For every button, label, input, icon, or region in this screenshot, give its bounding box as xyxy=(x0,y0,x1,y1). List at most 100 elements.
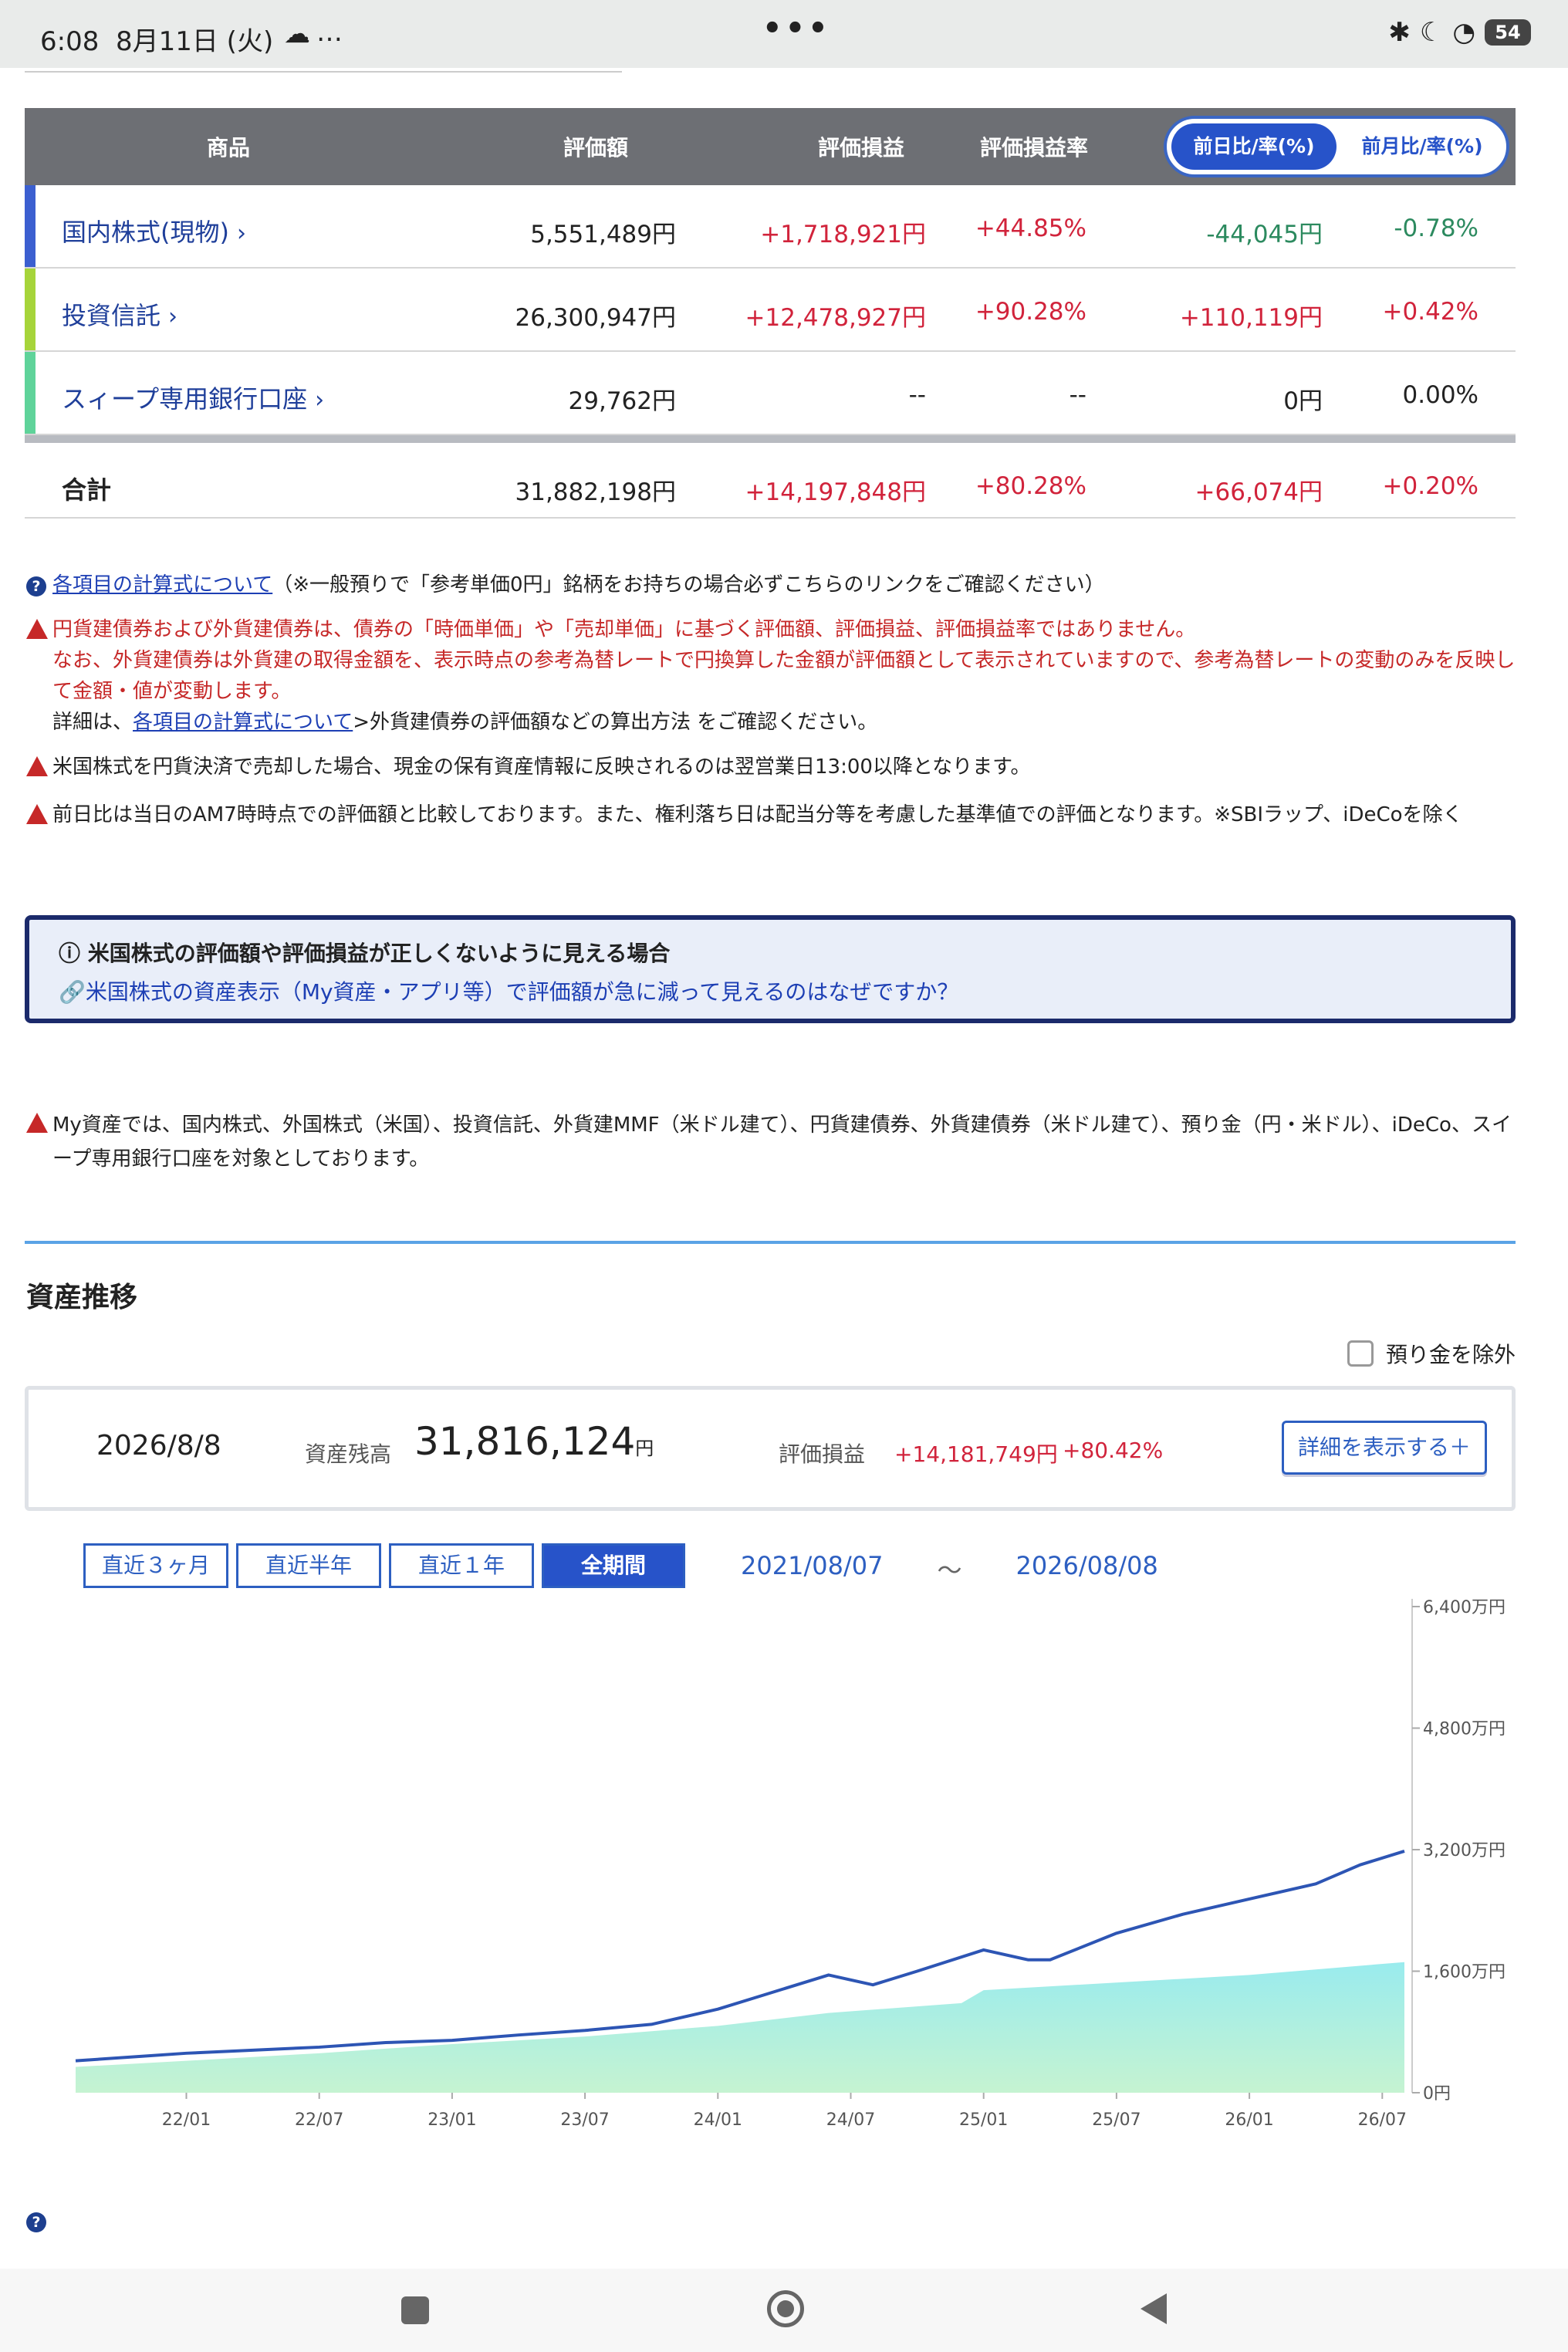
x-tick-label: 25/07 xyxy=(1092,2110,1141,2130)
calc-link[interactable]: 各項目の計算式について xyxy=(52,573,272,596)
moon-icon: ☾ xyxy=(1419,17,1444,48)
gain-label: 評価損益 xyxy=(779,1441,866,1467)
header-gain: 評価損益 xyxy=(818,135,905,161)
deposit-area-series xyxy=(76,1962,1404,2093)
summary-date: 2026/8/8 xyxy=(96,1430,221,1462)
x-tick-label: 25/01 xyxy=(959,2110,1008,2130)
gain-value: +14,181,749円 xyxy=(894,1441,1058,1467)
category-color-bar xyxy=(25,352,35,434)
product-link-domestic-stock[interactable]: 国内株式(現物) › xyxy=(62,213,246,248)
faq-link[interactable]: 🔗米国株式の資産表示（My資産・アプリ等）で評価額が急に減って見えるのはなぜです… xyxy=(59,975,1482,1006)
date-range: 2021/08/07 〜 2026/08/08 xyxy=(741,1551,1158,1587)
toggle-prev-month[interactable]: 前月比/率(%) xyxy=(1341,123,1503,170)
cell-day-rate: +0.20% xyxy=(1382,472,1478,500)
x-tick-label: 23/01 xyxy=(427,2110,476,2130)
y-tick-label: 3,200万円 xyxy=(1423,1841,1505,1860)
balance-label: 資産残高 xyxy=(305,1441,392,1467)
note-text: 前日比は当日のAM7時時点での評価額と比較しております。また、権利落ち日は配当分… xyxy=(52,803,1463,826)
cell-value: 26,300,947円 xyxy=(515,304,677,332)
system-icons: ✱ ☾ ◔ 54 xyxy=(1388,17,1531,48)
cell-gain: +12,478,927円 xyxy=(745,304,926,332)
table-row: 投資信託 › 26,300,947円 +12,478,927円 +90.28% +… xyxy=(25,269,1516,352)
header-product: 商品 xyxy=(207,135,251,161)
section-divider xyxy=(25,1241,1516,1244)
gain-rate: +80.42% xyxy=(1063,1438,1164,1463)
total-label: 合計 xyxy=(62,475,112,505)
header-value: 評価額 xyxy=(563,135,629,161)
cell-day-rate: 0.00% xyxy=(1402,381,1478,409)
info-title: 米国株式の評価額や評価損益が正しくないように見える場合 xyxy=(87,941,671,966)
note-prev-day: 前日比は当日のAM7時時点での評価額と比較しております。また、権利落ち日は配当分… xyxy=(26,799,1516,833)
checkbox[interactable] xyxy=(1347,1340,1374,1367)
y-tick-label: 6,400万円 xyxy=(1423,1598,1505,1617)
warning-icon xyxy=(26,804,48,824)
date-separator: 〜 xyxy=(937,1556,962,1585)
note-calc: ? 各項目の計算式について（※一般預りで「参考単価0円」銘柄をお持ちの場合必ずこ… xyxy=(26,569,1516,600)
section-title: 資産推移 xyxy=(26,1282,138,1313)
asset-history-chart: 0円 1,600万円 3,200万円 4,800万円 6,400万円 22/01 22/07… xyxy=(75,1598,1505,2130)
header-rate: 評価損益率 xyxy=(980,135,1089,161)
back-button[interactable] xyxy=(1141,2293,1167,2324)
notes-section: ? 各項目の計算式について（※一般預りで「参考単価0円」銘柄をお持ちの場合必ずこ… xyxy=(26,569,1516,847)
cell-rate: +44.85% xyxy=(975,215,1086,242)
note-text: >外貨建債券の評価額などの算出方法 をご確認ください。 xyxy=(353,711,878,734)
more-notifications-icon: … xyxy=(316,17,344,48)
exclude-deposit-checkbox[interactable]: 預り金を除外 xyxy=(1347,1338,1516,1369)
checkbox-label: 預り金を除外 xyxy=(1386,1342,1516,1367)
y-tick-label: 4,800万円 xyxy=(1423,1720,1505,1739)
table-header: 商品 評価額 評価損益 評価損益率 前日比/率(%) 前月比/率(%) xyxy=(25,108,1516,185)
table-row: スィープ専用銀行口座 › 29,762円 -- -- 0円 0.00% xyxy=(25,352,1516,435)
y-tick-label: 1,600万円 xyxy=(1423,1963,1505,1982)
cell-gain: +14,197,848円 xyxy=(745,478,926,506)
cell-value: 29,762円 xyxy=(568,387,676,415)
x-tick-label: 23/07 xyxy=(560,2110,609,2130)
range-1-year-button[interactable]: 直近１年 xyxy=(389,1543,534,1588)
recents-button[interactable] xyxy=(401,2296,429,2324)
holdings-table: 商品 評価額 評価損益 評価損益率 前日比/率(%) 前月比/率(%) 国内株式… xyxy=(25,108,1516,519)
calc-link-bond[interactable]: 各項目の計算式について xyxy=(133,711,353,734)
toggle-prev-day[interactable]: 前日比/率(%) xyxy=(1171,123,1337,170)
range-3-months-button[interactable]: 直近３ヶ月 xyxy=(83,1543,228,1588)
cell-rate: +80.28% xyxy=(975,472,1086,500)
cloud-icon: ☁ xyxy=(284,19,310,49)
date-from[interactable]: 2021/08/07 xyxy=(741,1551,883,1587)
x-tick-label: 26/07 xyxy=(1358,2110,1407,2130)
cell-day-change: +110,119円 xyxy=(1179,304,1323,332)
cell-rate: -- xyxy=(1069,381,1086,409)
divider xyxy=(25,71,622,73)
product-link-sweep-account[interactable]: スィープ専用銀行口座 › xyxy=(62,380,324,415)
x-tick-label: 26/01 xyxy=(1225,2110,1273,2130)
status-bar: 6:08 8月11日 (火) ☁ … ••• ✱ ☾ ◔ 54 xyxy=(0,0,1568,68)
battery-icon: 54 xyxy=(1485,19,1531,46)
note-text: 円貨建債券および外貨建債券は、債券の「時価単価」や「売却単価」に基づく評価額、評… xyxy=(52,618,1196,641)
y-tick-label: 0円 xyxy=(1423,2084,1451,2104)
note-text: My資産では、国内株式、外国株式（米国）、投資信託、外貨建MMF（米ドル建て）、… xyxy=(52,1113,1512,1171)
range-all-button[interactable]: 全期間 xyxy=(542,1543,685,1588)
table-row: 国内株式(現物) › 5,551,489円 +1,718,921円 +44.85%… xyxy=(25,185,1516,269)
cell-day-change: +66,074円 xyxy=(1195,478,1323,506)
cell-day-rate: -0.78% xyxy=(1394,215,1478,242)
show-detail-button[interactable]: 詳細を表示する＋ xyxy=(1282,1421,1487,1475)
cell-value: 31,882,198円 xyxy=(515,478,677,506)
bottom-note: ? xyxy=(26,2207,1516,2232)
nav-bar xyxy=(0,2269,1568,2352)
cell-day-change: 0円 xyxy=(1283,387,1323,415)
x-tick-label: 24/01 xyxy=(694,2110,742,2130)
note-text: 詳細は、 xyxy=(52,711,133,734)
cell-gain: +1,718,921円 xyxy=(760,221,926,248)
date-to[interactable]: 2026/08/08 xyxy=(1015,1551,1157,1587)
question-icon: ? xyxy=(26,576,46,596)
range-selector: 直近３ヶ月 直近半年 直近１年 全期間 xyxy=(83,1543,685,1588)
window-menu-icon[interactable]: ••• xyxy=(762,11,831,46)
note-text: なお、外貨建債券は外貨建の取得金額を、表示時点の参考為替レートで円換算した金額が… xyxy=(52,649,1516,703)
question-icon: ? xyxy=(26,2212,46,2232)
home-button[interactable] xyxy=(767,2290,804,2327)
note-text: （※一般預りで「参考単価0円」銘柄をお持ちの場合必ずこちらのリンクをご確認くださ… xyxy=(272,573,1105,596)
warning-icon xyxy=(26,1113,48,1133)
product-link-investment-trust[interactable]: 投資信託 › xyxy=(62,296,177,332)
table-total-row: 合計 31,882,198円 +14,197,848円 +80.28% +66,… xyxy=(25,435,1516,519)
comparison-toggle: 前日比/率(%) 前月比/率(%) xyxy=(1164,116,1509,177)
cell-day-change: -44,045円 xyxy=(1206,221,1323,248)
range-6-months-button[interactable]: 直近半年 xyxy=(236,1543,381,1588)
warning-icon xyxy=(26,619,48,639)
